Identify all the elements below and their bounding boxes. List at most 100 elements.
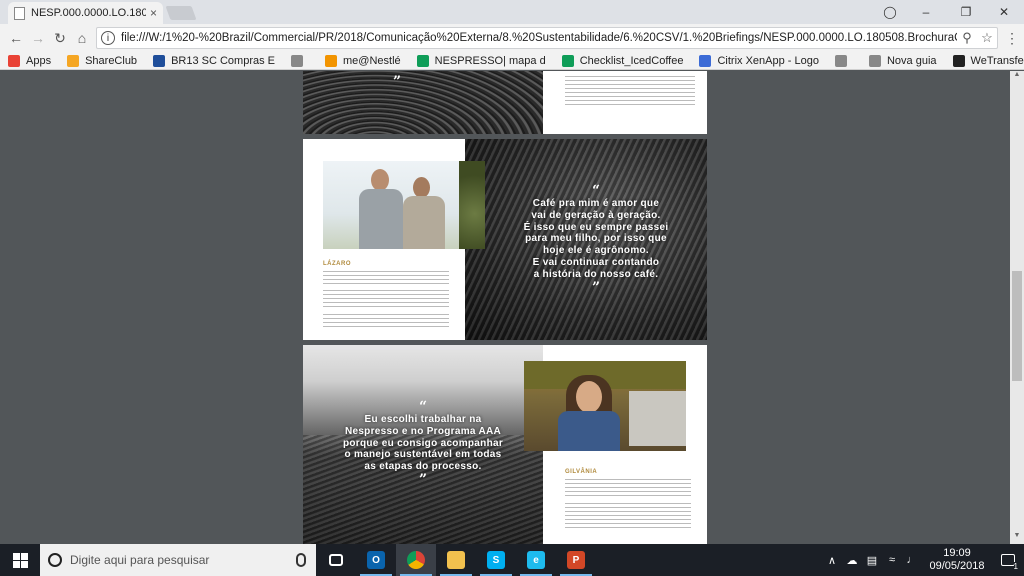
quote-line: Café pra mim é amor que xyxy=(532,198,660,209)
restore-icon[interactable]: ❐ xyxy=(950,0,982,24)
bookmark-label: Nova guia xyxy=(886,54,937,67)
url-text[interactable]: file:///W:/1%20-%20Brazil/Commercial/PR/… xyxy=(121,32,957,44)
coffee-field-photo xyxy=(303,71,543,134)
reload-icon[interactable]: ↻ xyxy=(50,28,70,48)
sheet-icon xyxy=(416,54,429,67)
bookmark-item[interactable]: ShareClub xyxy=(67,54,138,67)
zoom-icon[interactable]: ⚲ xyxy=(957,30,977,46)
microphone-icon[interactable] xyxy=(296,553,306,567)
pdf-file-icon xyxy=(14,6,25,20)
internet-explorer-glyph: e xyxy=(527,551,545,569)
folder-icon xyxy=(67,54,80,67)
quote-line: É isso que eu sempre passei xyxy=(523,221,669,233)
bookmark-label: ShareClub xyxy=(85,54,138,67)
bookmark-item[interactable] xyxy=(834,54,853,67)
page1-text xyxy=(553,71,707,134)
chevron-up-icon[interactable]: ∧ xyxy=(822,554,842,567)
onedrive-icon[interactable]: ☁ xyxy=(842,554,862,567)
gilvania-text-column: GILVÂNIA xyxy=(553,457,703,541)
gilvania-name: GILVÂNIA xyxy=(565,469,598,475)
quote-open-icon: “ xyxy=(418,399,428,415)
action-center-icon[interactable]: 1 xyxy=(992,544,1024,576)
powerpoint-icon[interactable]: P xyxy=(556,544,596,576)
bookmark-item[interactable] xyxy=(291,54,309,67)
profile-icon[interactable]: ◯ xyxy=(874,0,906,24)
we-icon xyxy=(952,54,965,67)
wifi-icon[interactable]: ≈ xyxy=(882,554,902,566)
clock-date: 09/05/2018 xyxy=(929,560,985,572)
pdf-page-lazaro: LÁZARO “ Café pra mim é amor que vai de g… xyxy=(303,139,707,340)
apps-grid-icon xyxy=(8,54,20,67)
minimize-icon[interactable]: – xyxy=(910,0,942,24)
cortana-icon xyxy=(48,553,62,567)
quote-line: porque eu consigo acompanhar xyxy=(342,437,504,449)
quote-line: Nespresso e no Programa AAA xyxy=(344,425,502,437)
taskbar-apps: O Se P xyxy=(316,544,596,576)
back-icon[interactable]: ← xyxy=(6,28,26,48)
bookmarks-bar: Apps ShareClub BR13 SC Compras E me@Nestlé N… xyxy=(0,52,1024,70)
bookmark-item[interactable]: BR13 SC Compras E xyxy=(153,54,275,67)
lazaro-text-column: LÁZARO xyxy=(311,249,461,339)
address-bar[interactable]: i file:///W:/1%20-%20Brazil/Commercial/P… xyxy=(96,27,998,49)
new-tab-button[interactable] xyxy=(165,6,197,20)
close-window-icon[interactable]: ✕ xyxy=(988,0,1020,24)
bookmark-label: me@Nestlé xyxy=(343,54,401,67)
sheet-icon xyxy=(561,54,574,67)
forward-icon[interactable]: → xyxy=(28,28,48,48)
gilvania-quote-block: “ Eu escolhi trabalhar na Nespresso e no … xyxy=(321,400,525,487)
bookmark-item[interactable]: Citrix XenApp - Logo xyxy=(699,54,819,67)
bookmark-item[interactable]: Apps xyxy=(8,54,51,67)
home-icon[interactable]: ⌂ xyxy=(72,28,92,48)
internet-explorer-icon[interactable]: e xyxy=(516,544,556,576)
file-explorer-icon[interactable] xyxy=(436,544,476,576)
scroll-up-icon[interactable]: ▲ xyxy=(1010,71,1024,83)
quote-open-icon: “ xyxy=(591,183,601,199)
quote-close-icon: ” xyxy=(591,279,601,296)
start-button[interactable] xyxy=(0,544,40,576)
bookmark-item[interactable]: NESPRESSO| mapa d xyxy=(416,54,546,67)
outlook-icon[interactable]: O xyxy=(356,544,396,576)
citrix-icon xyxy=(699,54,712,67)
network-icon[interactable]: ▤ xyxy=(862,554,882,567)
system-tray: ∧ ☁ ▤ ≈ ♩ 19:09 09/05/2018 1 xyxy=(822,544,1024,576)
info-icon[interactable]: i xyxy=(101,31,115,45)
pdf-page-gilvania: GILVÂNIA “ Eu escolhi trabalhar na Nespre… xyxy=(303,345,707,544)
notification-count: 1 xyxy=(1013,562,1018,571)
bookmark-item[interactable]: Nova guia xyxy=(868,54,937,67)
bookmark-item[interactable]: Checklist_IcedCoffee xyxy=(561,54,683,67)
browser-toolbar: ← → ↻ ⌂ i file:///W:/1%20-%20Brazil/Comm… xyxy=(0,24,1024,52)
scroll-down-icon[interactable]: ▼ xyxy=(1010,532,1024,544)
task-view-icon[interactable] xyxy=(316,544,356,576)
skype-glyph: S xyxy=(487,551,505,569)
powerpoint-glyph: P xyxy=(567,551,585,569)
menu-icon[interactable]: ⋮ xyxy=(1002,28,1022,48)
file-explorer-glyph xyxy=(447,551,465,569)
lazaro-name: LÁZARO xyxy=(323,261,351,267)
bookmark-label: WeTransfer xyxy=(970,54,1024,67)
quote-line: Eu escolhi trabalhar na xyxy=(364,414,482,425)
volume-icon[interactable]: ♩ xyxy=(902,554,922,566)
taskbar-clock[interactable]: 19:09 09/05/2018 xyxy=(922,547,992,573)
tab-title: NESP.000.0000.LO.18050E xyxy=(31,7,146,19)
chrome-icon[interactable] xyxy=(396,544,436,576)
farmer-woman-photo xyxy=(524,361,686,451)
taskbar-search[interactable]: Digite aqui para pesquisar xyxy=(40,544,316,576)
quote-close-icon: ” xyxy=(418,471,428,488)
bookmark-item[interactable]: WeTransfer xyxy=(952,54,1024,67)
windows-taskbar: Digite aqui para pesquisar O Se P ∧ ☁ ▤ ≈ … xyxy=(0,544,1024,576)
scrollbar-thumb[interactable] xyxy=(1012,271,1022,381)
tab-strip: NESP.000.0000.LO.18050E × ◯ – ❐ ✕ xyxy=(0,0,1024,24)
lazaro-quote: Café pra mim é amor que vai de geração à … xyxy=(491,198,701,281)
quote-line: a história do nosso café. xyxy=(533,268,659,280)
lazaro-quote-block: “ Café pra mim é amor que vai de geração … xyxy=(491,184,701,295)
viewer-scrollbar[interactable]: ▲ ▼ xyxy=(1010,71,1024,544)
skype-icon[interactable]: S xyxy=(476,544,516,576)
outlook-glyph: O xyxy=(367,551,385,569)
pdf-viewer[interactable]: ” LÁZARO “ Café pra mim é amor que vai de… xyxy=(0,71,1024,544)
browser-tab[interactable]: NESP.000.0000.LO.18050E × xyxy=(8,2,163,24)
tab-close-icon[interactable]: × xyxy=(150,6,157,20)
star-icon[interactable]: ☆ xyxy=(977,30,997,46)
quote-line: E vai continuar contando xyxy=(532,256,660,268)
page-icon xyxy=(834,54,847,67)
bookmark-item[interactable]: me@Nestlé xyxy=(325,54,401,67)
